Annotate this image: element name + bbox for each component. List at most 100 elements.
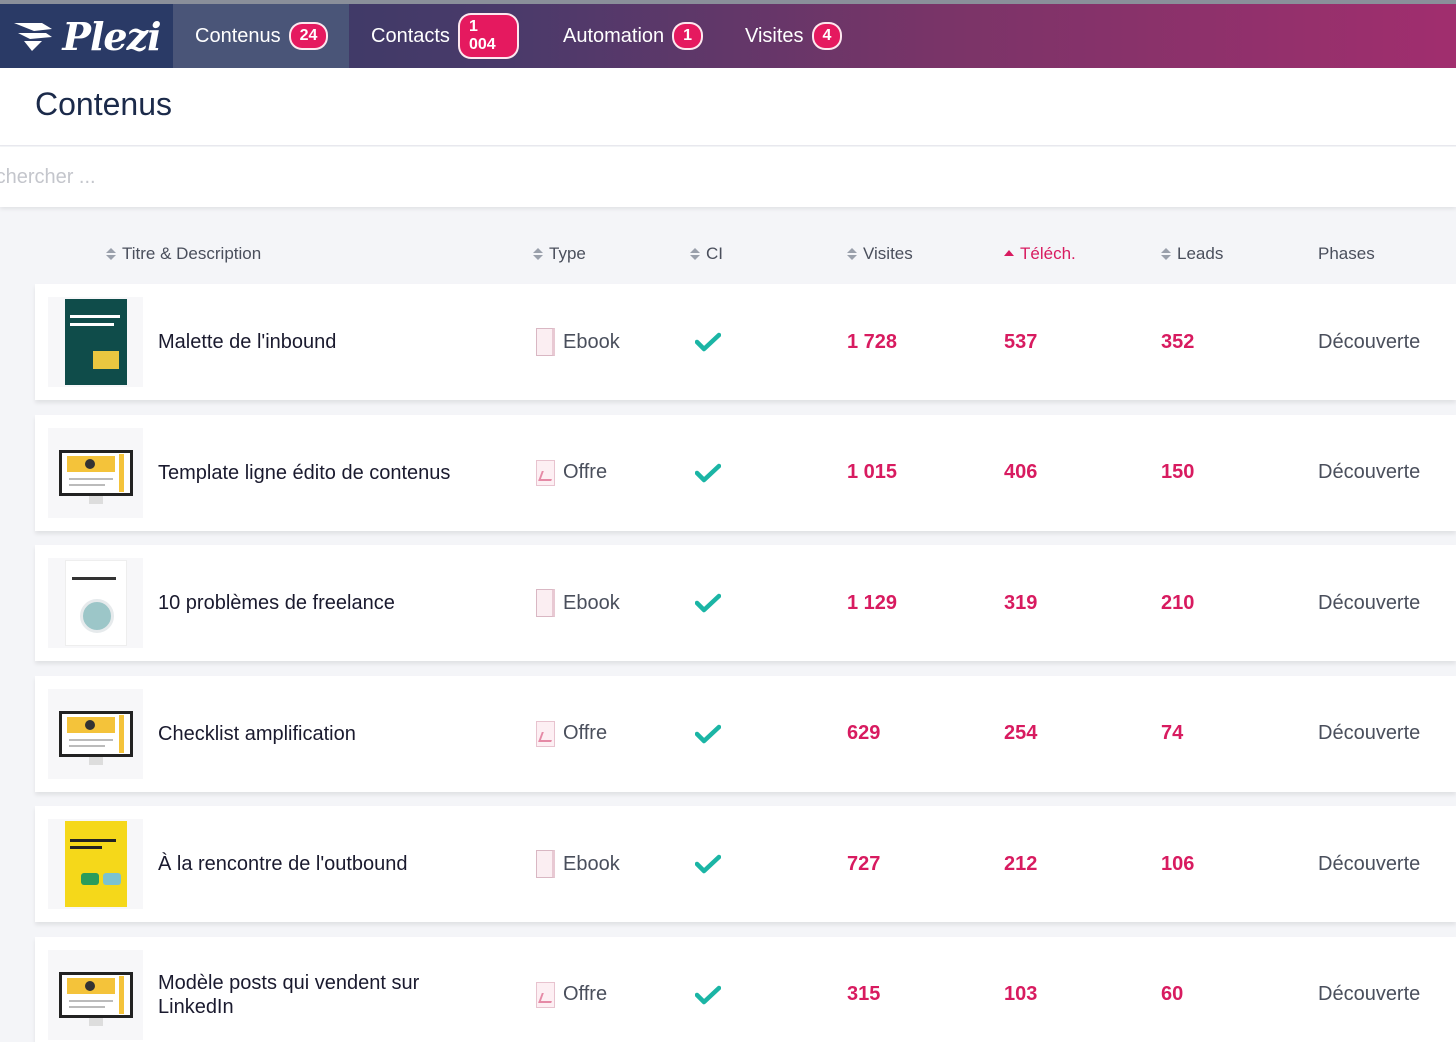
ci-status — [695, 806, 721, 922]
nav-tab-contacts[interactable]: Contacts 1 004 — [349, 4, 541, 68]
phase-label: Découverte — [1318, 461, 1421, 483]
phase-label: Découverte — [1318, 330, 1421, 353]
ci-status — [695, 284, 721, 400]
nav-tab-label: Contacts — [371, 24, 450, 47]
phase-label: Découverte — [1318, 722, 1421, 744]
plezi-logo[interactable]: Plezi — [0, 4, 173, 68]
column-header-title[interactable]: Titre & Description — [106, 244, 261, 264]
content-thumbnail — [48, 949, 143, 1040]
visits-count: 1 129 — [847, 591, 898, 614]
offer-icon — [536, 981, 555, 1008]
sort-icon — [690, 247, 700, 261]
logo-arrow-icon — [14, 23, 53, 51]
table-row[interactable]: Checklist amplification Offre 629 254 74… — [35, 675, 1456, 792]
content-type: Offre — [536, 937, 607, 1042]
sort-icon — [533, 247, 543, 261]
check-icon — [695, 854, 721, 874]
sort-ascending-icon — [1004, 247, 1014, 261]
type-label: Offre — [563, 461, 608, 483]
visits-count: 1 728 — [847, 330, 898, 353]
content-type: Ebook — [536, 545, 620, 661]
type-label: Offre — [563, 983, 608, 1005]
check-icon — [695, 332, 721, 352]
sort-icon — [847, 247, 857, 261]
count-badge: 24 — [288, 22, 329, 50]
offer-preview-image — [57, 703, 135, 765]
nav-tab-visites[interactable]: Visites 4 — [723, 4, 864, 68]
content-type: Ebook — [536, 284, 620, 400]
search-bar — [0, 147, 1456, 207]
content-type: Offre — [536, 415, 607, 531]
visits-count: 1 015 — [847, 461, 898, 483]
table-row[interactable]: Modèle posts qui vendent sur LinkedIn Of… — [35, 936, 1456, 1042]
content-title[interactable]: Template ligne édito de contenus — [158, 415, 488, 531]
table-row[interactable]: 10 problèmes de freelance Ebook 1 129 31… — [35, 545, 1456, 661]
downloads-count: 319 — [1004, 591, 1038, 614]
content-type: Offre — [536, 676, 607, 792]
ebook-cover-image — [64, 560, 127, 646]
check-icon — [695, 724, 721, 743]
ci-status — [695, 937, 721, 1042]
column-header-phases[interactable]: Phases — [1318, 244, 1375, 264]
column-header-ci[interactable]: CI — [690, 244, 723, 264]
ebook-icon — [536, 850, 555, 878]
content-list: Malette de l'inbound Ebook 1 728 537 352… — [35, 284, 1456, 1042]
column-label: Type — [549, 244, 586, 263]
column-header-visits[interactable]: Visites — [847, 244, 913, 264]
downloads-count: 406 — [1004, 461, 1038, 483]
visits-count: 315 — [847, 983, 881, 1005]
column-label: Visites — [863, 244, 913, 263]
visits-count: 629 — [847, 722, 881, 744]
nav-tab-contenus[interactable]: Contenus 24 — [173, 4, 349, 68]
offer-icon — [536, 459, 555, 486]
content-title[interactable]: 10 problèmes de freelance — [158, 545, 488, 661]
column-header-type[interactable]: Type — [533, 244, 586, 264]
leads-count: 352 — [1161, 330, 1195, 353]
column-header-downloads[interactable]: Téléch. — [1004, 244, 1076, 264]
content-title[interactable]: À la rencontre de l'outbound — [158, 806, 488, 922]
content-title[interactable]: Checklist amplification — [158, 676, 488, 792]
column-label: Titre & Description — [122, 244, 262, 263]
visits-count: 727 — [847, 852, 881, 875]
page-title: Contenus — [35, 86, 172, 122]
ci-status — [695, 415, 721, 531]
downloads-count: 103 — [1004, 983, 1038, 1005]
leads-count: 106 — [1161, 852, 1195, 875]
type-label: Ebook — [563, 591, 620, 614]
table-row[interactable]: Template ligne édito de contenus Offre 1… — [35, 414, 1456, 531]
search-input[interactable] — [0, 157, 1370, 197]
content-thumbnail — [48, 427, 143, 518]
nav-tab-automation[interactable]: Automation 1 — [541, 4, 723, 68]
type-label: Ebook — [563, 330, 620, 353]
check-icon — [695, 593, 721, 613]
table-row[interactable]: Malette de l'inbound Ebook 1 728 537 352… — [35, 284, 1456, 400]
content-title[interactable]: Malette de l'inbound — [158, 284, 488, 400]
type-label: Ebook — [563, 852, 620, 875]
check-icon — [695, 463, 721, 482]
content-thumbnail — [48, 688, 143, 779]
check-icon — [695, 985, 721, 1004]
leads-count: 74 — [1161, 722, 1184, 744]
table-header: Titre & Description Type CI Visites Télé… — [0, 232, 1456, 276]
nav-tab-label: Visites — [745, 24, 804, 47]
count-badge: 4 — [811, 22, 843, 50]
column-label: CI — [706, 244, 723, 263]
content-type: Ebook — [536, 806, 620, 922]
content-thumbnail — [48, 819, 143, 909]
table-row[interactable]: À la rencontre de l'outbound Ebook 727 2… — [35, 806, 1456, 922]
type-label: Offre — [563, 722, 608, 744]
column-header-leads[interactable]: Leads — [1161, 244, 1223, 264]
phase-label: Découverte — [1318, 852, 1421, 875]
page-header: Contenus — [0, 68, 1456, 146]
phase-label: Découverte — [1318, 591, 1421, 614]
leads-count: 150 — [1161, 461, 1195, 483]
downloads-count: 254 — [1004, 722, 1038, 744]
column-label: Leads — [1177, 244, 1224, 263]
content-thumbnail — [48, 558, 143, 648]
downloads-count: 212 — [1004, 852, 1038, 875]
column-label: Phases — [1318, 244, 1375, 263]
ci-status — [695, 545, 721, 661]
content-title[interactable]: Modèle posts qui vendent sur LinkedIn — [158, 937, 488, 1042]
content-thumbnail — [48, 297, 143, 387]
nav-tab-label: Automation — [563, 24, 665, 47]
